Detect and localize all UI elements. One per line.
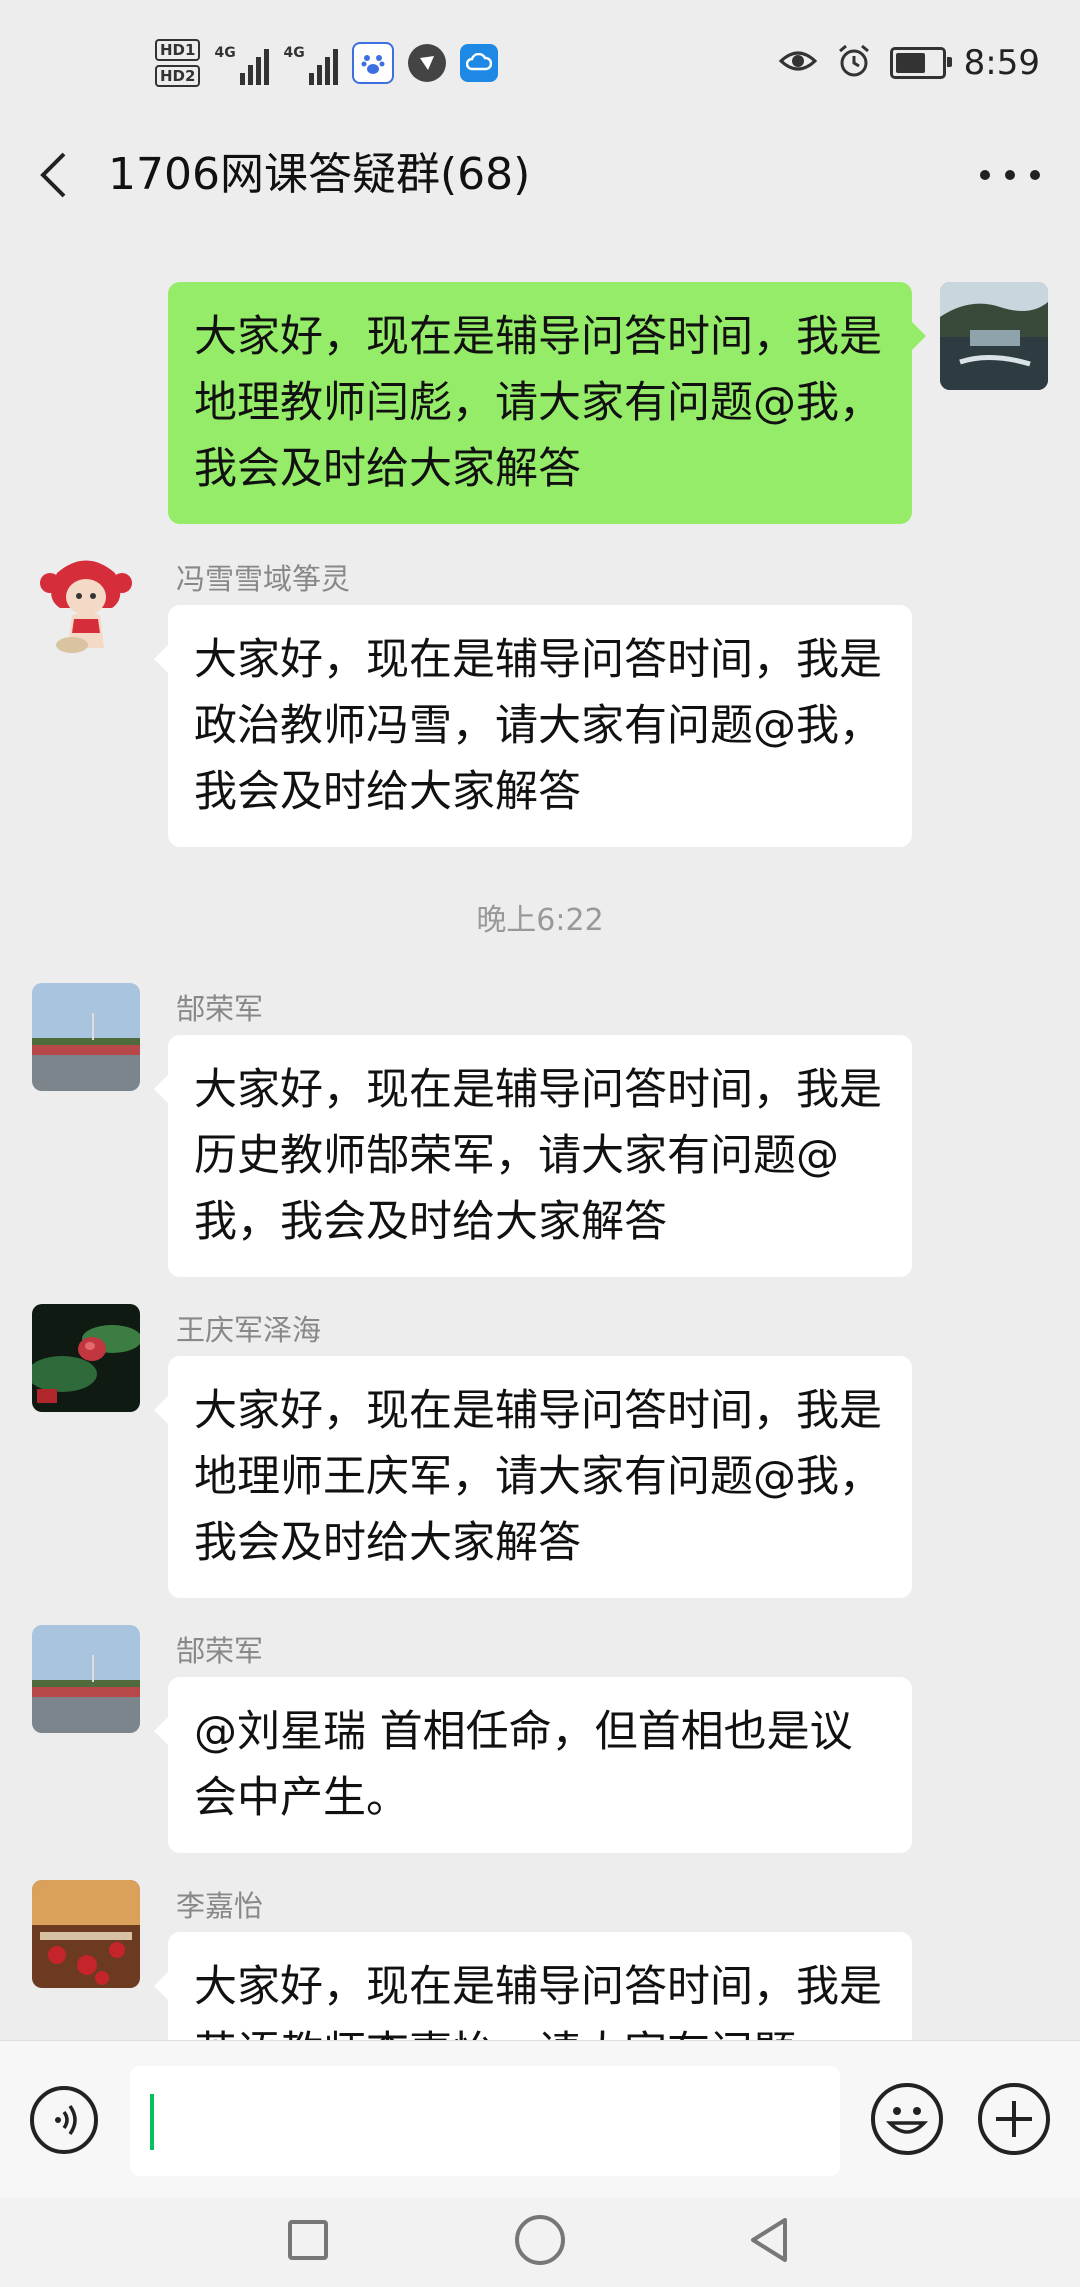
voice-icon (55, 2104, 77, 2136)
app-notification-icon (408, 44, 447, 82)
avatar[interactable] (940, 282, 1048, 390)
hd1-badge: HD1 (155, 39, 201, 61)
message-bubble[interactable]: 大家好，现在是辅导问答时间，我是地理师王庆军，请大家有问题@我，我会及时给大家解… (154, 1356, 912, 1598)
message-bubble[interactable]: 大家好，现在是辅导问答时间，我是历史教师郜荣军，请大家有问题@我，我会及时给大家… (154, 1035, 912, 1277)
message-bubble-mine[interactable]: 大家好，现在是辅导问答时间，我是地理教师闫彪，请大家有问题@我，我会及时给大家解… (168, 282, 926, 524)
message-text: 大家好，现在是辅导问答时间，我是地理教师闫彪，请大家有问题@我，我会及时给大家解… (194, 312, 882, 494)
status-right: 8:59 (778, 38, 1040, 88)
chat-area[interactable]: 大家好，现在是辅导问答时间，我是地理教师闫彪，请大家有问题@我，我会及时给大家解… (0, 225, 1080, 2040)
chat-title: 1706网课答疑群(68) (108, 149, 531, 200)
network-2-label: 4G (283, 45, 305, 61)
battery-fill (895, 53, 925, 73)
avatar[interactable] (32, 553, 140, 661)
hd-indicators: HD1 HD2 (155, 39, 201, 87)
message-bubble[interactable]: @刘星瑞 首相任命，但首相也是议会中产生。 (154, 1677, 912, 1853)
message-bubble[interactable]: 大家好，现在是辅导问答时间，我是政治教师冯雪，请大家有问题@我，我会及时给大家解… (154, 605, 912, 847)
eye-comfort-icon (778, 47, 818, 79)
signal-2-icon: 4G (283, 41, 339, 85)
message-text: @刘星瑞 首相任命，但首相也是议会中产生。 (194, 1707, 853, 1823)
back-nav-button[interactable] (745, 2215, 795, 2269)
avatar[interactable] (32, 1880, 140, 1988)
input-bar (0, 2040, 1080, 2198)
sender-name: 李嘉怡 (176, 1889, 264, 1923)
avatar[interactable] (32, 1625, 140, 1733)
message-text: 大家好，现在是辅导问答时间，我是地理师王庆军，请大家有问题@我，我会及时给大家解… (194, 1386, 882, 1568)
text-caret (150, 2094, 154, 2150)
more-dot-icon (1030, 170, 1040, 180)
signal-1-icon: 4G (214, 41, 270, 85)
message-text: 大家好，现在是辅导问答时间，我是政治教师冯雪，请大家有问题@我，我会及时给大家解… (194, 635, 882, 817)
more-dot-icon (980, 170, 990, 180)
battery-icon (889, 47, 952, 79)
sender-name: 王庆军泽海 (176, 1313, 322, 1347)
smile-icon (885, 2107, 929, 2134)
status-bar: HD1 HD2 4G 4G 8:59 (0, 0, 1080, 125)
cloud-app-icon (460, 44, 499, 82)
alarm-icon (836, 43, 872, 83)
status-clock: 8:59 (963, 43, 1040, 83)
emoji-button[interactable] (871, 2083, 943, 2155)
sender-name: 郜荣军 (176, 992, 264, 1026)
triangle-back-icon (751, 2218, 787, 2262)
status-left: HD1 HD2 4G 4G (155, 28, 499, 98)
message-input[interactable] (130, 2066, 840, 2176)
message-text: 大家好，现在是辅导问答时间，我是历史教师郜荣军，请大家有问题@我，我会及时给大家… (194, 1065, 882, 1247)
hd2-badge: HD2 (155, 65, 201, 87)
sender-name: 郜荣军 (176, 1634, 264, 1668)
more-actions-button[interactable] (978, 2083, 1050, 2155)
sender-name: 冯雪雪域筝灵 (176, 562, 351, 596)
more-options-button[interactable] (980, 155, 1040, 195)
network-1-label: 4G (214, 45, 236, 61)
recent-apps-button[interactable] (288, 2220, 328, 2260)
voice-input-button[interactable] (30, 2086, 98, 2154)
system-nav-bar (0, 2197, 1080, 2287)
home-button[interactable] (515, 2215, 565, 2265)
baidu-app-icon (352, 42, 395, 84)
timestamp: 晚上6:22 (476, 903, 604, 938)
chat-header: 1706网课答疑群(68) (0, 125, 1080, 225)
plus-icon (996, 2101, 1032, 2137)
avatar[interactable] (32, 1304, 140, 1412)
message-text: 大家好，现在是辅导问答时间，我是英语教师李嘉怡，请大家有问题 (194, 1962, 882, 2040)
chevron-left-icon (40, 152, 66, 198)
avatar[interactable] (32, 983, 140, 1091)
message-bubble[interactable]: 大家好，现在是辅导问答时间，我是英语教师李嘉怡，请大家有问题 (154, 1932, 912, 2040)
more-dot-icon (1005, 170, 1015, 180)
back-button[interactable] (30, 145, 76, 205)
